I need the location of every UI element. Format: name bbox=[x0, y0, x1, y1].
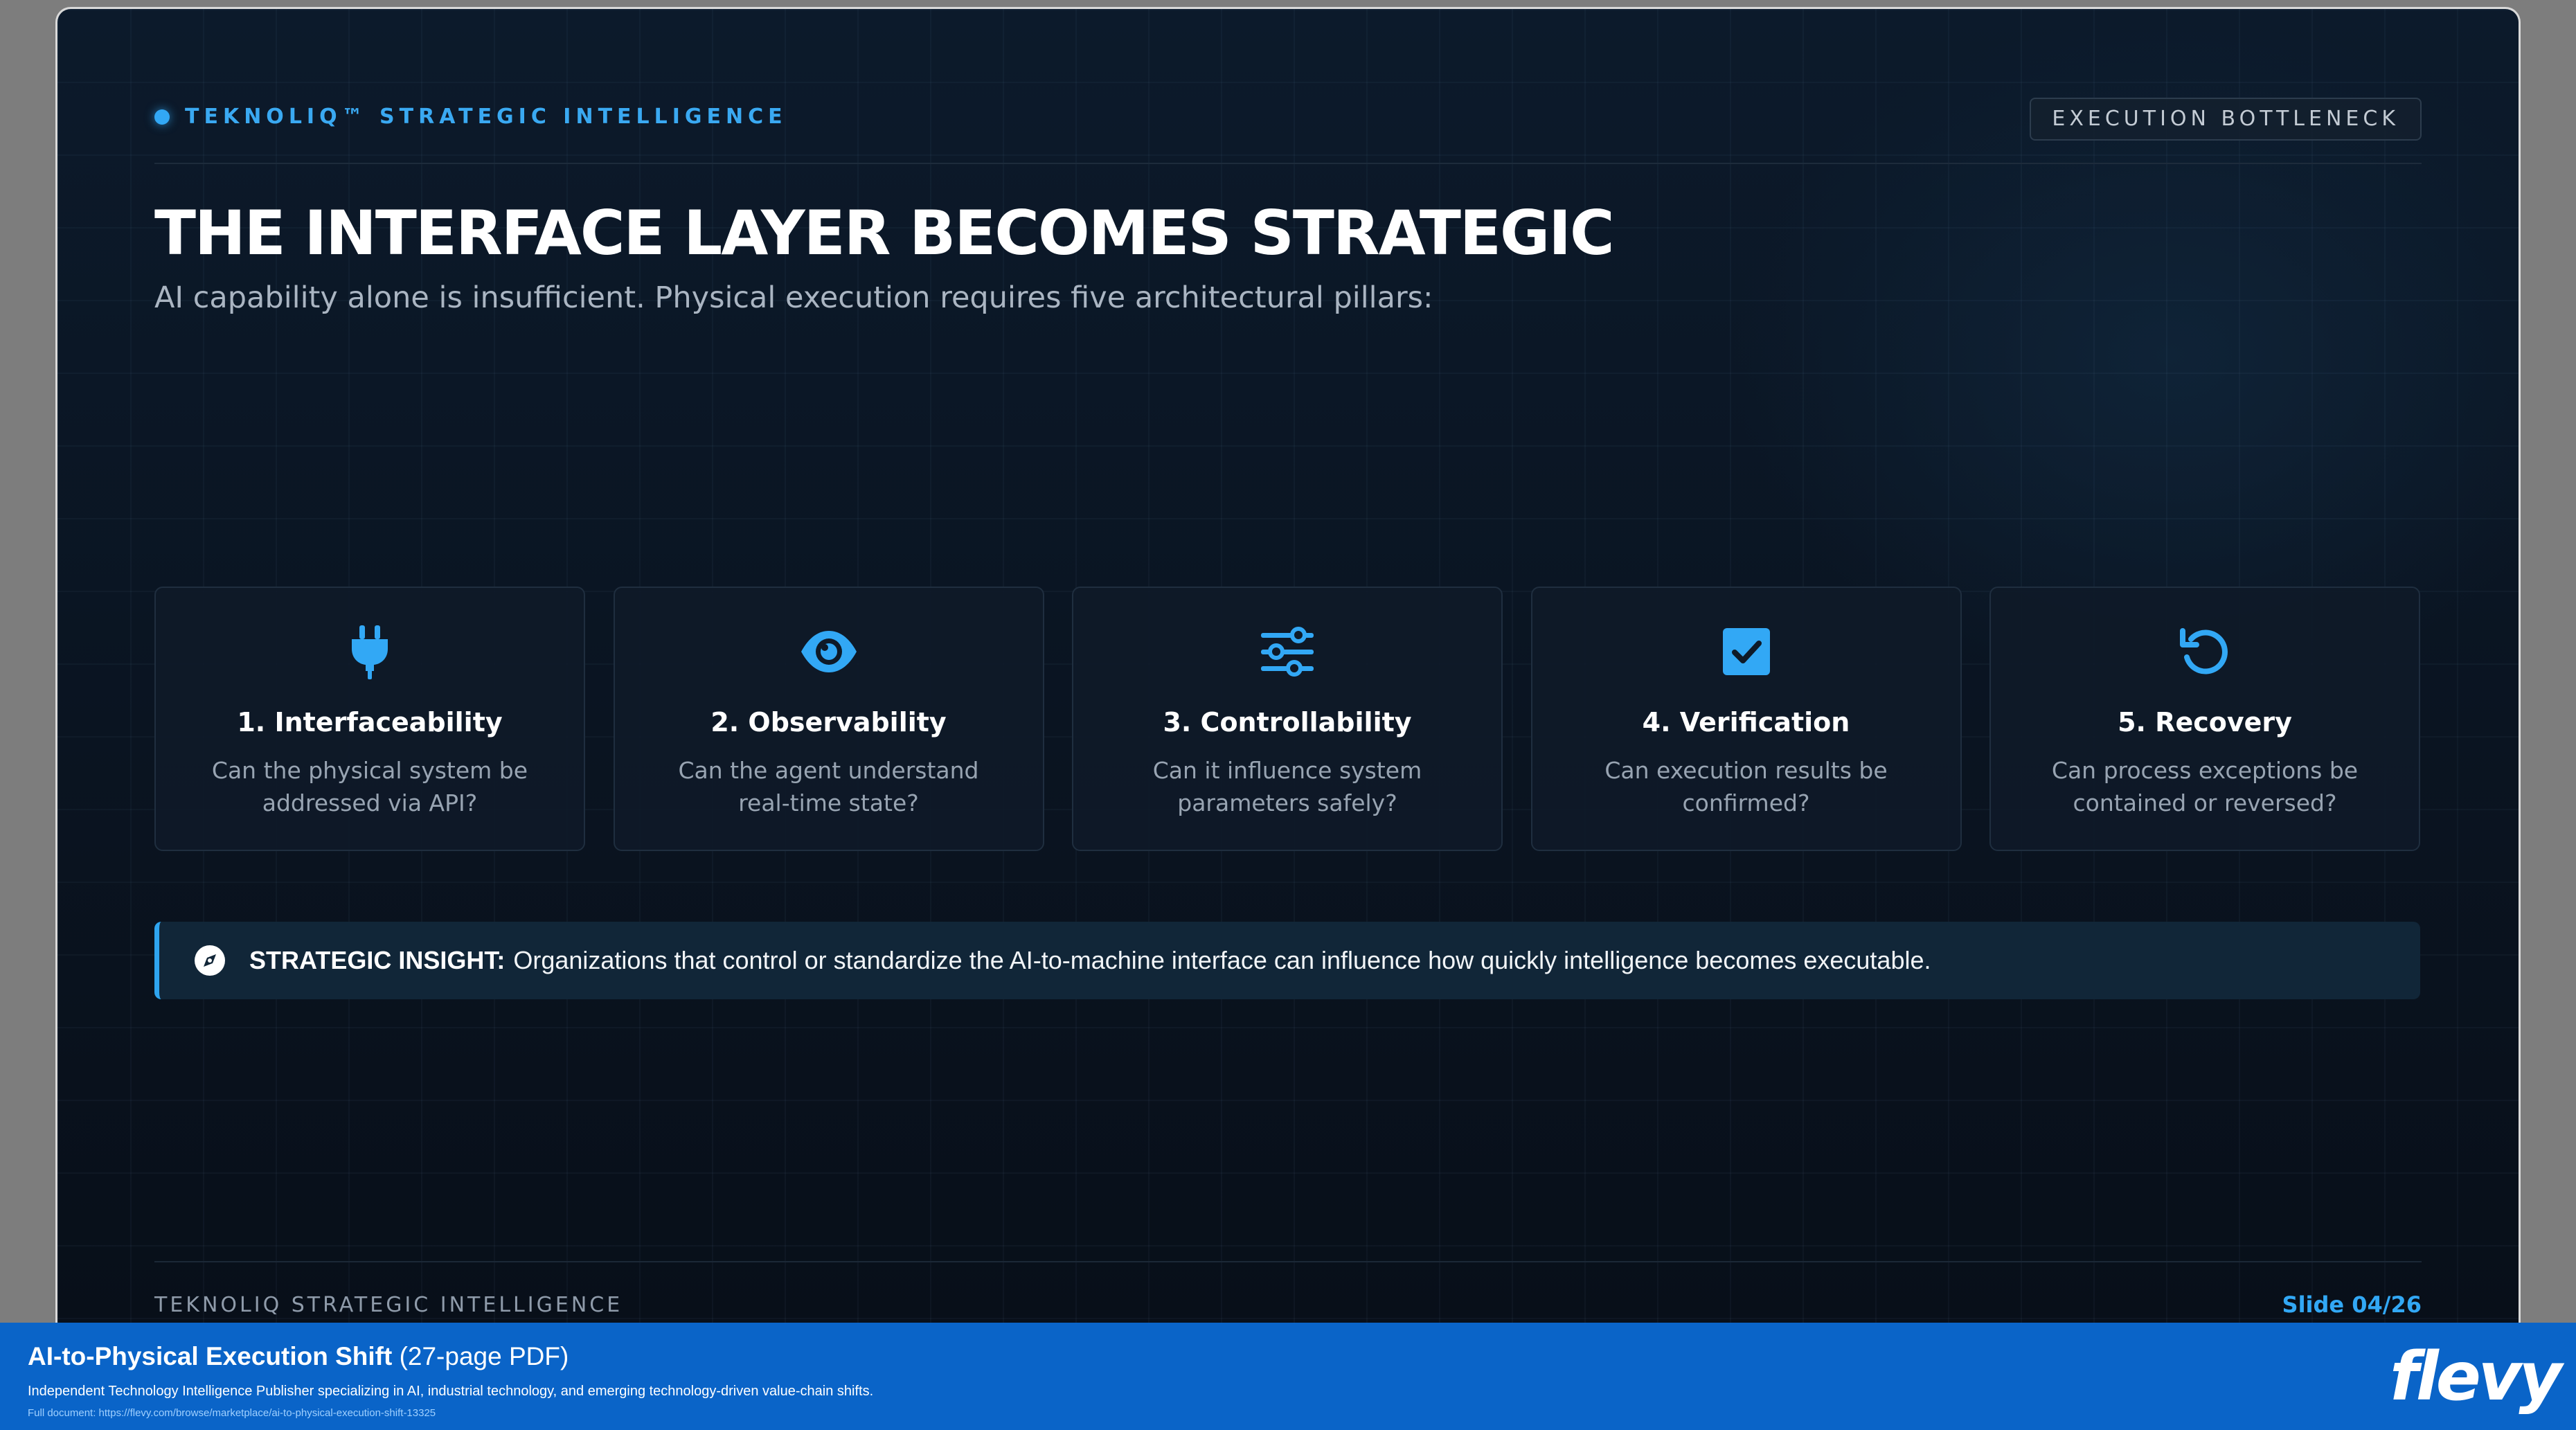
eye-icon bbox=[800, 623, 858, 681]
strategic-insight-callout: STRATEGIC INSIGHT: Organizations that co… bbox=[154, 922, 2420, 999]
compass-icon bbox=[194, 945, 226, 976]
slide-header: TEKNOLIQ™ STRATEGIC INTELLIGENCE EXECUTI… bbox=[154, 98, 2422, 141]
brand-dot-icon bbox=[154, 109, 170, 125]
brand-text: TEKNOLIQ™ STRATEGIC INTELLIGENCE bbox=[185, 105, 787, 129]
slide: TEKNOLIQ™ STRATEGIC INTELLIGENCE EXECUTI… bbox=[55, 7, 2521, 1323]
slide-number: Slide 04/26 bbox=[2282, 1292, 2422, 1318]
insight-label: STRATEGIC INSIGHT: bbox=[249, 946, 506, 974]
pillar-title: 5. Recovery bbox=[2118, 707, 2292, 738]
pillar-title: 4. Verification bbox=[1642, 707, 1850, 738]
pillar-description: Can execution results be confirmed? bbox=[1604, 757, 1888, 816]
document-link[interactable]: Full document: https://flevy.com/browse/… bbox=[28, 1407, 436, 1419]
insight-text: Organizations that control or standardiz… bbox=[513, 946, 1931, 974]
pillar-card-recovery: 5. Recovery Can process exceptions be co… bbox=[1989, 587, 2420, 851]
section-badge: EXECUTION BOTTLENECK bbox=[2030, 98, 2422, 141]
document-title: AI-to-Physical Execution Shift (27-page … bbox=[28, 1342, 569, 1371]
footer-divider bbox=[154, 1261, 2422, 1262]
header-divider bbox=[154, 163, 2422, 164]
pillar-card-observability: 2. Observability Can the agent understan… bbox=[613, 587, 1044, 851]
pillar-title: 1. Interfaceability bbox=[237, 707, 503, 738]
pillar-card-interfaceability: 1. Interfaceability Can the physical sys… bbox=[154, 587, 585, 851]
pillar-card-verification: 4. Verification Can execution results be… bbox=[1530, 587, 1962, 851]
pillar-description: Can the agent understand real-time state… bbox=[678, 757, 979, 816]
document-name: AI-to-Physical Execution Shift bbox=[28, 1342, 393, 1370]
pillar-title: 2. Observability bbox=[710, 707, 947, 738]
pillar-description: Can process exceptions be contained or r… bbox=[2051, 757, 2359, 816]
rotate-ccw-icon bbox=[2176, 623, 2234, 681]
checkbox-icon bbox=[1717, 623, 1776, 681]
document-description: Independent Technology Intelligence Publ… bbox=[28, 1384, 874, 1399]
document-banner: AI-to-Physical Execution Shift (27-page … bbox=[0, 1323, 2576, 1430]
page-subtitle: AI capability alone is insufficient. Phy… bbox=[154, 280, 1433, 315]
page-title: THE INTERFACE LAYER BECOMES STRATEGIC bbox=[154, 197, 1615, 269]
pillar-description: Can the physical system be addressed via… bbox=[211, 757, 528, 816]
document-pages: (27-page PDF) bbox=[399, 1342, 569, 1370]
pillar-title: 3. Controllability bbox=[1163, 707, 1412, 738]
sliders-icon bbox=[1258, 623, 1316, 681]
flevy-logo[interactable]: flevy bbox=[2390, 1342, 2562, 1411]
footer-brand: TEKNOLIQ STRATEGIC INTELLIGENCE bbox=[154, 1293, 623, 1317]
pillar-description: Can it influence system parameters safel… bbox=[1152, 757, 1422, 816]
plug-icon bbox=[341, 623, 399, 681]
brand: TEKNOLIQ™ STRATEGIC INTELLIGENCE bbox=[154, 105, 787, 129]
pillar-card-controllability: 3. Controllability Can it influence syst… bbox=[1072, 587, 1503, 851]
pillars: 1. Interfaceability Can the physical sys… bbox=[154, 587, 2420, 851]
